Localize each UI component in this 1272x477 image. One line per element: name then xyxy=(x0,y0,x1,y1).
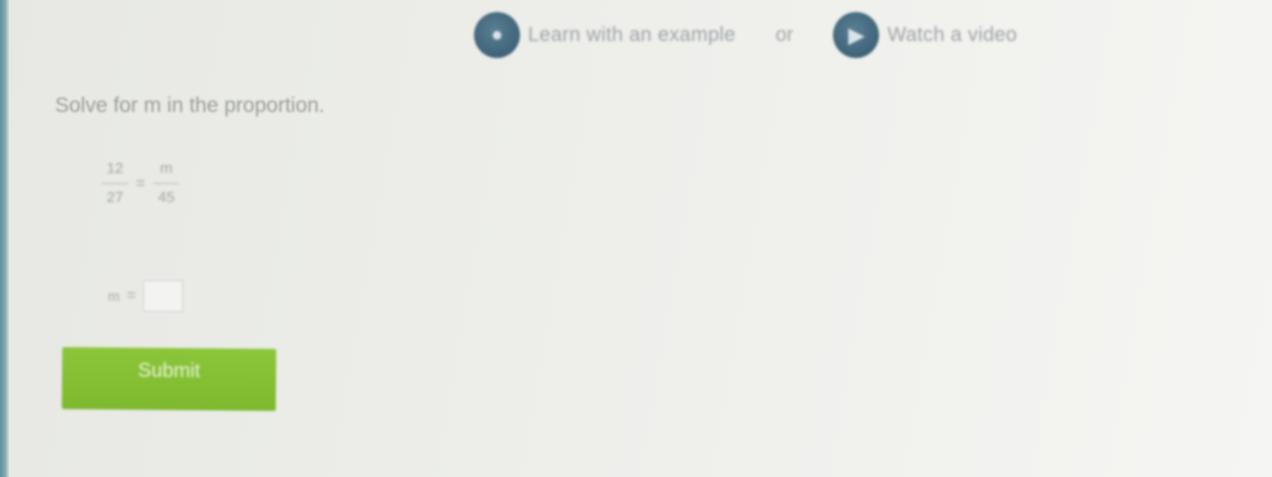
left-numerator: 12 xyxy=(106,160,124,177)
help-separator: or xyxy=(775,23,794,46)
question-prompt: Solve for m in the proportion. xyxy=(55,94,325,117)
answer-input[interactable] xyxy=(143,280,184,312)
equation-equals: = xyxy=(136,174,146,192)
right-numerator: m xyxy=(160,160,173,177)
watch-video-link[interactable]: ▶ Watch a video xyxy=(833,12,1017,58)
submit-label: Submit xyxy=(137,359,201,382)
proportion-equation: 12 27 = m 45 xyxy=(102,160,180,207)
answer-row: m = xyxy=(108,280,184,312)
right-denominator: 45 xyxy=(158,189,175,206)
fraction-bar xyxy=(102,183,128,184)
left-fraction: 12 27 xyxy=(102,160,128,207)
answer-equals: = xyxy=(126,287,137,304)
answer-variable: m xyxy=(108,288,120,304)
right-fraction: m 45 xyxy=(153,160,180,207)
lightbulb-icon: ● xyxy=(474,12,520,58)
learn-with-example-label: Learn with an example xyxy=(528,23,736,46)
fraction-bar xyxy=(153,183,180,184)
learn-with-example-link[interactable]: ● Learn with an example xyxy=(474,12,736,58)
left-denominator: 27 xyxy=(106,189,124,206)
help-links: ● Learn with an example or ▶ Watch a vid… xyxy=(474,12,1017,58)
watch-video-label: Watch a video xyxy=(887,23,1018,46)
left-edge-strip xyxy=(0,0,9,477)
play-icon: ▶ xyxy=(833,12,880,58)
submit-button[interactable]: Submit xyxy=(61,347,277,411)
